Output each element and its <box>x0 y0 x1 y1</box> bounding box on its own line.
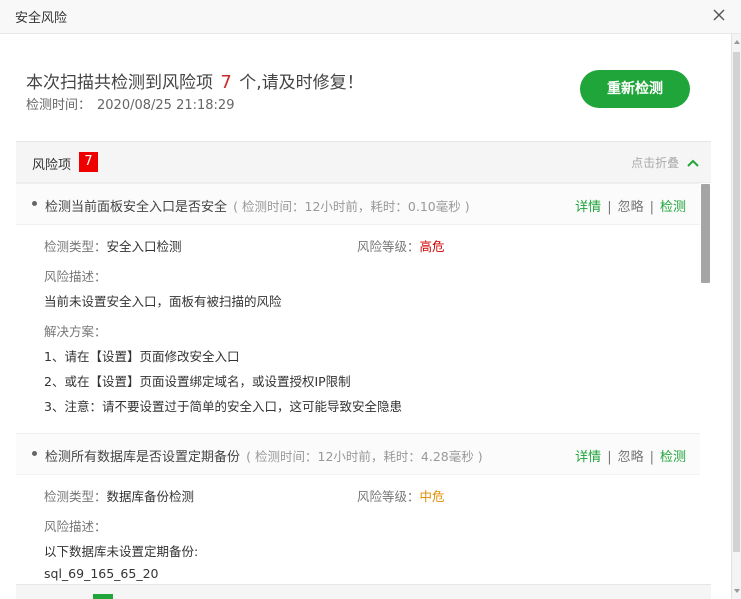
section-badge <box>93 594 113 599</box>
scan-time: 检测时间： 2020/08/25 21:18:29 <box>26 96 364 116</box>
desc-extra: sql_69_165_65_20 <box>44 566 159 581</box>
level-value: 中危 <box>419 489 445 504</box>
summary-headline: 本次扫描共检测到风险项 7 个,请及时修复！ <box>26 70 364 96</box>
chevron-up-icon <box>687 159 699 167</box>
risk-item-meta: ( 检测时间：12小时前，耗时：0.10毫秒 ) <box>233 199 470 214</box>
desc-label: 风险描述： <box>44 269 107 284</box>
collapse-label: 点击折叠 <box>631 156 680 170</box>
next-section-peek <box>16 584 711 599</box>
type-row: 检测类型：安全入口检测 <box>44 236 182 255</box>
risk-count-badge: 7 <box>79 152 98 172</box>
scan-time-label: 检测时间： <box>26 98 92 113</box>
detail-link[interactable]: 详情 <box>575 200 601 215</box>
separator: | <box>649 200 654 215</box>
risk-item-title: 检测当前面板安全入口是否安全 <box>45 200 228 215</box>
type-value: 数据库备份检测 <box>106 489 195 504</box>
scroll-thumb[interactable] <box>733 52 740 552</box>
list-scrollbar[interactable] <box>701 184 710 283</box>
bullet-icon <box>32 451 37 456</box>
risk-panel-label: 风险项 <box>32 158 72 173</box>
scan-summary: 本次扫描共检测到风险项 7 个,请及时修复！ 检测时间： 2020/08/25 2… <box>26 70 364 116</box>
recheck-button[interactable]: 重新检测 <box>580 70 690 108</box>
risk-count: 7 <box>220 72 232 93</box>
risk-item-header: 检测当前面板安全入口是否安全 ( 检测时间：12小时前，耗时：0.10毫秒 ) … <box>16 183 700 225</box>
level-row: 风险等级：中危 <box>357 486 445 505</box>
risk-panel: 风险项 7 点击折叠 检测当前面板安全入口是否安全 ( 检测时间：12小时前，耗… <box>16 141 711 599</box>
risk-item-actions: 详情 | 忽略 | 检测 <box>575 446 686 465</box>
check-link[interactable]: 检测 <box>660 200 686 215</box>
desc-value: 以下数据库未设置定期备份: <box>44 544 199 559</box>
separator: | <box>607 450 612 465</box>
collapse-toggle[interactable]: 点击折叠 <box>631 154 699 171</box>
type-label: 检测类型： <box>44 489 107 504</box>
scroll-down-icon[interactable] <box>734 589 740 593</box>
risk-item-meta: ( 检测时间：12小时前，耗时：4.28毫秒 ) <box>246 449 483 464</box>
separator: | <box>649 450 654 465</box>
detail-link[interactable]: 详情 <box>575 450 601 465</box>
risk-panel-header[interactable]: 风险项 7 点击折叠 <box>16 141 711 183</box>
level-row: 风险等级：高危 <box>357 236 445 255</box>
type-label: 检测类型： <box>44 239 107 254</box>
desc-value: 当前未设置安全入口，面板有被扫描的风险 <box>44 294 282 309</box>
solution-label: 解决方案： <box>44 324 107 339</box>
dialog-title: 安全风险 <box>15 11 68 26</box>
risk-item-actions: 详情 | 忽略 | 检测 <box>575 196 686 215</box>
headline-suffix: 个,请及时修复！ <box>239 73 364 93</box>
solution-step: 3、注意：请不要设置过于简单的安全入口，这可能导致安全隐患 <box>44 399 402 414</box>
risk-item-body: 检测类型：数据库备份检测 风险等级：中危 风险描述： 以下数据库未设置定期备份:… <box>16 475 700 583</box>
risk-item-body: 检测类型：安全入口检测 风险等级：高危 风险描述： 当前未设置安全入口，面板有被… <box>16 225 700 433</box>
risk-item-title: 检测所有数据库是否设置定期备份 <box>45 450 241 465</box>
solution-step: 2、或在【设置】页面设置绑定域名，或设置授权IP限制 <box>44 374 351 389</box>
dialog-scrollbar[interactable] <box>731 34 741 599</box>
scan-time-value: 2020/08/25 21:18:29 <box>97 98 235 113</box>
level-label: 风险等级： <box>357 489 420 504</box>
check-link[interactable]: 检测 <box>660 450 686 465</box>
bullet-icon <box>32 201 37 206</box>
separator: | <box>607 200 612 215</box>
headline-prefix: 本次扫描共检测到风险项 <box>26 73 213 93</box>
risk-item: 检测所有数据库是否设置定期备份 ( 检测时间：12小时前，耗时：4.28毫秒 )… <box>16 433 700 583</box>
desc-label: 风险描述： <box>44 519 107 534</box>
dialog-titlebar: 安全风险 <box>0 0 741 34</box>
ignore-link[interactable]: 忽略 <box>618 200 644 215</box>
risk-list[interactable]: 检测当前面板安全入口是否安全 ( 检测时间：12小时前，耗时：0.10毫秒 ) … <box>16 183 711 583</box>
scroll-up-icon[interactable] <box>734 40 740 44</box>
type-value: 安全入口检测 <box>106 239 182 254</box>
level-label: 风险等级： <box>357 239 420 254</box>
risk-item-title-row: 检测所有数据库是否设置定期备份 ( 检测时间：12小时前，耗时：4.28毫秒 ) <box>45 446 483 465</box>
risk-item-title-row: 检测当前面板安全入口是否安全 ( 检测时间：12小时前，耗时：0.10毫秒 ) <box>45 196 470 215</box>
risk-item: 检测当前面板安全入口是否安全 ( 检测时间：12小时前，耗时：0.10毫秒 ) … <box>16 183 700 433</box>
type-row: 检测类型：数据库备份检测 <box>44 486 194 505</box>
close-icon[interactable] <box>711 7 727 23</box>
level-value: 高危 <box>419 239 445 254</box>
ignore-link[interactable]: 忽略 <box>618 450 644 465</box>
risk-item-header: 检测所有数据库是否设置定期备份 ( 检测时间：12小时前，耗时：4.28毫秒 )… <box>16 433 700 475</box>
solution-step: 1、请在【设置】页面修改安全入口 <box>44 349 240 364</box>
